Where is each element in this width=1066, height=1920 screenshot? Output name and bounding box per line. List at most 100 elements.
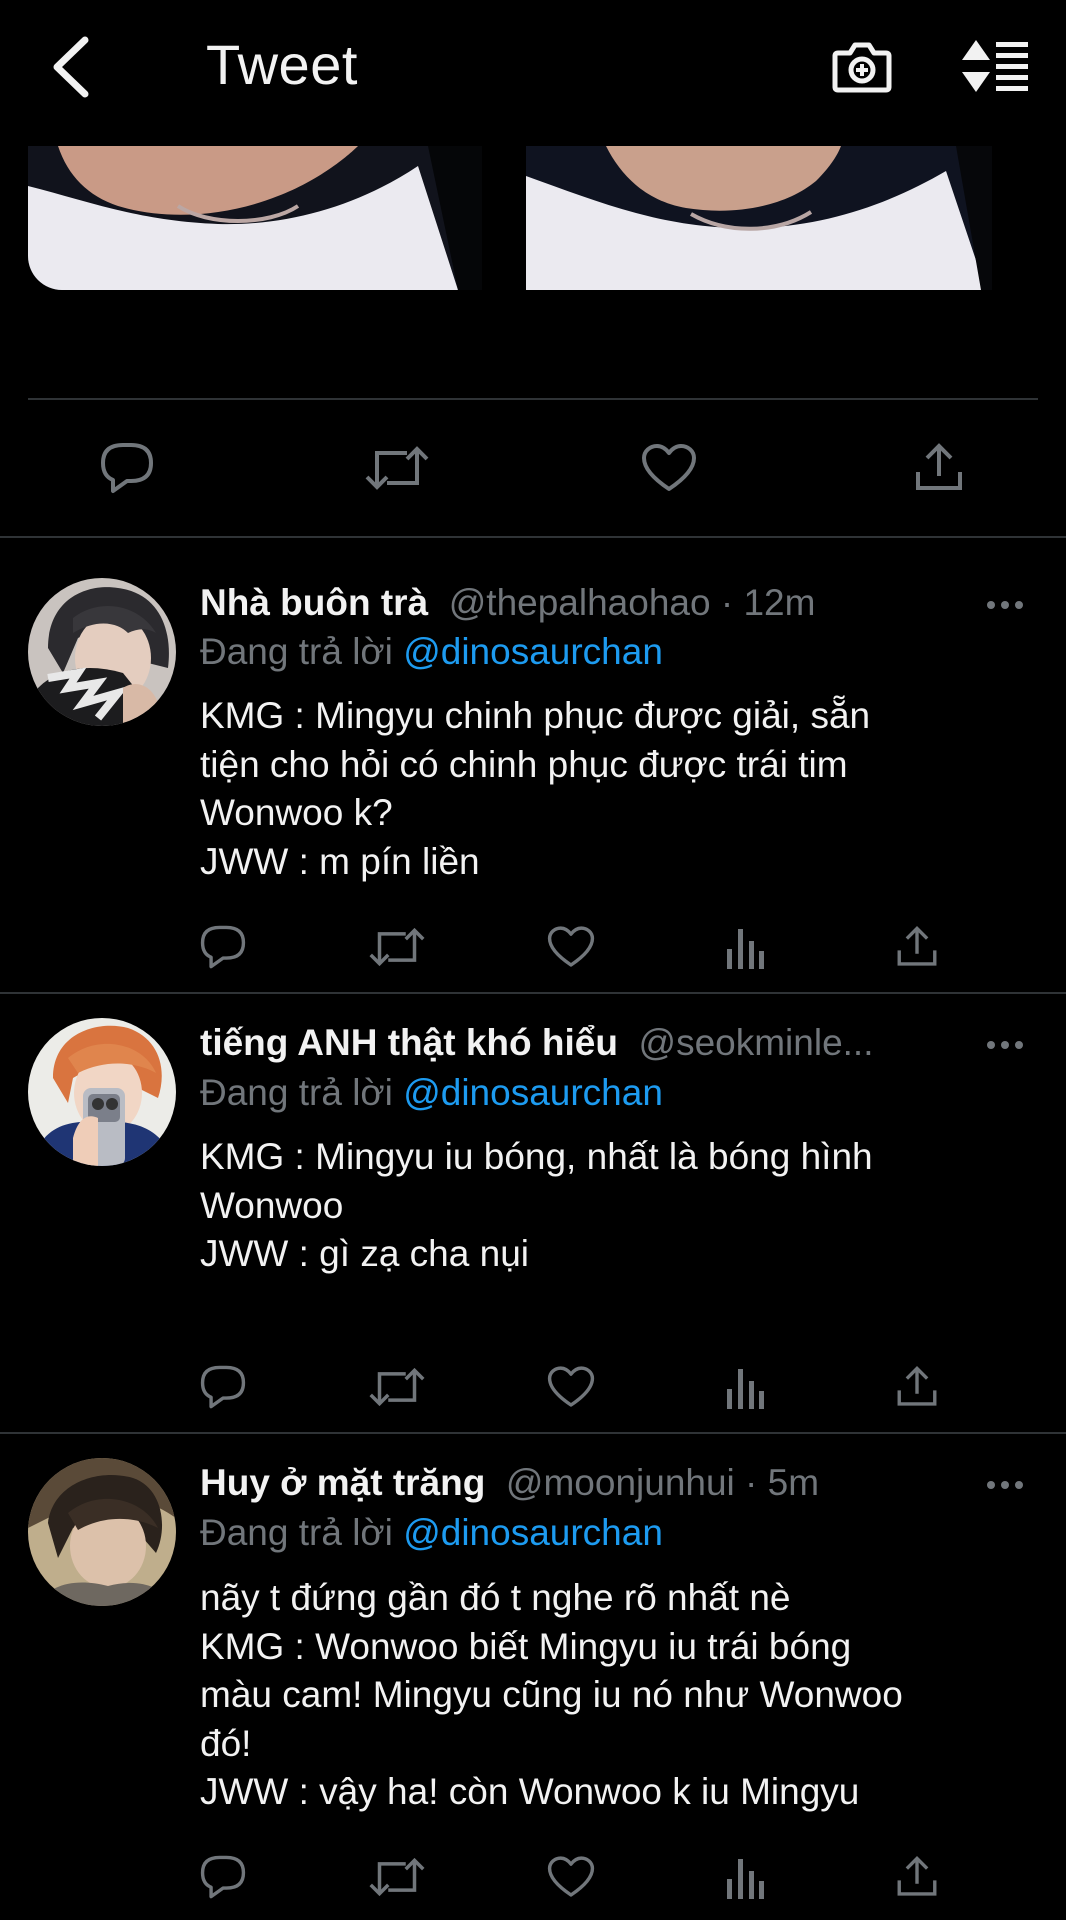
more-horizontal-icon xyxy=(987,601,1023,609)
share-button[interactable] xyxy=(882,1352,952,1422)
reply-button[interactable] xyxy=(188,912,258,982)
more-button[interactable] xyxy=(980,1030,1030,1060)
avatar-image xyxy=(28,578,176,726)
avatar[interactable] xyxy=(28,1018,176,1166)
reply-button[interactable] xyxy=(188,1842,258,1912)
replying-to-label: Đang trả lời xyxy=(200,631,404,672)
reply-header: tiếng ANH thật khó hiểu @seokminle... xyxy=(200,1022,874,1064)
text-line: JWW : gì zạ cha nụi xyxy=(200,1233,529,1274)
analytics-bar-icon xyxy=(727,929,764,969)
camera-button[interactable] xyxy=(826,30,898,102)
text-line: JWW : m pín liền xyxy=(200,840,480,882)
like-icon xyxy=(547,1856,595,1897)
text-line: màu cam! Mingyu cũng iu nó như Wonwoo xyxy=(200,1674,903,1715)
username[interactable]: @thepalhaohao xyxy=(449,582,711,623)
replying-to-label: Đang trả lời xyxy=(200,1072,404,1113)
share-button[interactable] xyxy=(904,433,974,503)
share-icon xyxy=(897,1365,937,1406)
mention-link[interactable]: @dinosaurchan xyxy=(403,631,663,672)
display-name[interactable]: tiếng ANH thật khó hiểu xyxy=(200,1022,618,1063)
share-button[interactable] xyxy=(882,912,952,982)
like-button[interactable] xyxy=(536,1352,606,1422)
like-button[interactable] xyxy=(634,433,704,503)
retweet-icon xyxy=(369,927,425,967)
retweet-icon xyxy=(369,1367,425,1407)
reply-icon xyxy=(200,925,246,969)
retweet-button[interactable] xyxy=(362,1842,432,1912)
like-icon xyxy=(547,1366,595,1407)
timestamp: 12m xyxy=(743,582,816,623)
avatar[interactable] xyxy=(28,578,176,726)
more-button[interactable] xyxy=(980,590,1030,620)
share-icon xyxy=(897,925,937,966)
text-line: Wonwoo k? xyxy=(200,792,393,833)
analytics-button[interactable] xyxy=(710,1352,780,1422)
reply-button[interactable] xyxy=(92,433,162,503)
retweet-button[interactable] xyxy=(362,912,432,982)
tweet-text: KMG : Mingyu chinh phục được giải, sẵn t… xyxy=(200,692,1010,886)
text-line: KMG : Wonwoo biết Mingyu iu trái bóng xyxy=(200,1625,852,1667)
separator: · xyxy=(710,582,744,623)
chevron-left-icon xyxy=(53,36,89,98)
text-line: KMG : Mingyu chinh phục được giải, sẵn xyxy=(200,695,871,736)
username[interactable]: @seokminle... xyxy=(639,1022,874,1063)
analytics-bar-icon xyxy=(727,1859,764,1899)
retweet-icon xyxy=(369,1857,425,1897)
avatar[interactable] xyxy=(28,1458,176,1606)
share-button[interactable] xyxy=(882,1842,952,1912)
more-horizontal-icon xyxy=(987,1041,1023,1049)
tweet-image-right[interactable] xyxy=(526,146,992,290)
divider xyxy=(0,536,1066,538)
like-icon xyxy=(642,444,696,491)
replying-to-label: Đang trả lời xyxy=(200,1512,404,1553)
like-button[interactable] xyxy=(536,912,606,982)
divider xyxy=(0,992,1066,994)
reply-header: Huy ở mặt trăng @moonjunhui · 5m xyxy=(200,1462,819,1504)
analytics-button[interactable] xyxy=(710,912,780,982)
timestamp: 5m xyxy=(767,1462,820,1503)
top-bar: Tweet xyxy=(0,0,1066,135)
text-line: nãy t đứng gần đó t nghe rõ nhất nè xyxy=(200,1577,791,1618)
like-button[interactable] xyxy=(536,1842,606,1912)
sort-button[interactable] xyxy=(956,30,1036,102)
mention-link[interactable]: @dinosaurchan xyxy=(403,1072,663,1113)
avatar-image xyxy=(28,1018,176,1166)
text-line: KMG : Mingyu iu bóng, nhất là bóng hình xyxy=(200,1136,873,1177)
photo-image xyxy=(526,146,992,290)
avatar-image xyxy=(28,1458,176,1606)
sort-list-icon xyxy=(962,40,1028,92)
display-name[interactable]: Nhà buôn trà xyxy=(200,582,428,623)
page-title: Tweet xyxy=(206,33,358,96)
divider xyxy=(28,398,1038,400)
retweet-button[interactable] xyxy=(362,433,432,503)
back-button[interactable] xyxy=(38,30,104,104)
tweet-image-left[interactable] xyxy=(28,146,482,290)
reply-header: Nhà buôn trà @thepalhaohao · 12m xyxy=(200,582,815,624)
photo-image xyxy=(28,146,482,290)
text-line: đó! xyxy=(200,1722,252,1764)
text-line: tiện cho hỏi có chinh phục được trái tim xyxy=(200,743,848,785)
reply-icon xyxy=(101,443,153,493)
text-line: Wonwoo xyxy=(200,1184,344,1226)
camera-plus-icon xyxy=(832,42,892,93)
reply-icon xyxy=(200,1365,246,1409)
tweet-text: KMG : Mingyu iu bóng, nhất là bóng hình … xyxy=(200,1133,1010,1279)
analytics-button[interactable] xyxy=(710,1842,780,1912)
reply-icon xyxy=(200,1855,246,1899)
username[interactable]: @moonjunhui xyxy=(506,1462,735,1503)
replying-to: Đang trả lời @dinosaurchan xyxy=(200,1512,663,1554)
text-line: JWW : vậy ha! còn Wonwoo k iu Mingyu xyxy=(200,1771,860,1812)
like-icon xyxy=(547,926,595,967)
tweet-text: nãy t đứng gần đó t nghe rõ nhất nè KMG … xyxy=(200,1574,1010,1817)
reply-button[interactable] xyxy=(188,1352,258,1422)
divider xyxy=(0,1432,1066,1434)
more-horizontal-icon xyxy=(987,1481,1023,1489)
share-icon xyxy=(897,1855,937,1896)
retweet-icon xyxy=(365,446,429,490)
display-name[interactable]: Huy ở mặt trăng xyxy=(200,1462,485,1503)
retweet-button[interactable] xyxy=(362,1352,432,1422)
replying-to: Đang trả lời @dinosaurchan xyxy=(200,1072,663,1114)
share-icon xyxy=(916,443,962,490)
more-button[interactable] xyxy=(980,1470,1030,1500)
mention-link[interactable]: @dinosaurchan xyxy=(403,1512,663,1553)
